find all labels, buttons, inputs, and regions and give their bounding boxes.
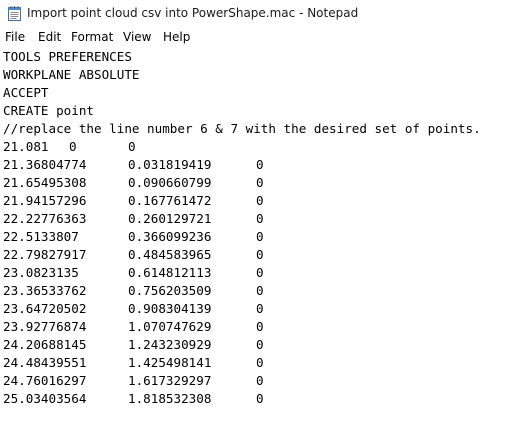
z-value: 0 [128, 139, 136, 154]
z-value: 0 [256, 391, 264, 406]
y-value: 1.818532308 [128, 391, 212, 406]
y-value: 0.614812113 [128, 265, 212, 280]
z-value: 0 [256, 247, 264, 262]
z-value: 0 [256, 337, 264, 352]
z-value: 0 [256, 301, 264, 316]
y-value: 0.031819419 [128, 157, 212, 172]
y-value: 1.617329297 [128, 373, 212, 388]
y-value: 1.243230929 [128, 337, 212, 352]
z-value: 0 [256, 157, 264, 172]
y-value: 1.425498141 [128, 355, 212, 370]
x-value: 21.65495308 [3, 175, 87, 190]
menu-view[interactable]: View [123, 30, 151, 44]
menu-format[interactable]: Format [71, 30, 113, 44]
y-value: 0.756203509 [128, 283, 212, 298]
x-value: 24.20688145 [3, 337, 87, 352]
z-value: 0 [256, 355, 264, 370]
x-value: 24.48439551 [3, 355, 87, 370]
x-value: 23.36533762 [3, 283, 87, 298]
x-value: 23.64720502 [3, 301, 87, 316]
x-value: 21.94157296 [3, 193, 87, 208]
x-value: 22.79827917 [3, 247, 87, 262]
y-value: 0.366099236 [128, 229, 212, 244]
title-bar[interactable]: Import point cloud csv into PowerShape.m… [0, 0, 519, 28]
z-value: 0 [256, 265, 264, 280]
y-value: 0.260129721 [128, 211, 212, 226]
menu-bar: File Edit Format View Help [0, 28, 519, 48]
notepad-window: Import point cloud csv into PowerShape.m… [0, 0, 519, 436]
x-value: 22.5133807 [3, 229, 79, 244]
editor-line: //replace the line number 6 & 7 with the… [3, 121, 481, 136]
y-value: 0.908304139 [128, 301, 212, 316]
editor-line: ACCEPT [3, 85, 49, 100]
z-value: 0 [256, 283, 264, 298]
y-value: 0.484583965 [128, 247, 212, 262]
x-value: 25.03403564 [3, 391, 87, 406]
notepad-icon [8, 6, 21, 21]
editor-line: WORKPLANE ABSOLUTE [3, 67, 140, 82]
z-value: 0 [256, 175, 264, 190]
x-value: 23.0823135 [3, 265, 79, 280]
window-title: Import point cloud csv into PowerShape.m… [27, 6, 359, 20]
menu-file[interactable]: File [5, 30, 25, 44]
x-value: 23.92776874 [3, 319, 87, 334]
z-value: 0 [256, 373, 264, 388]
text-editor[interactable]: TOOLS PREFERENCES WORKPLANE ABSOLUTE ACC… [0, 48, 519, 436]
z-value: 0 [256, 193, 264, 208]
y-value: 0.090660799 [128, 175, 212, 190]
z-value: 0 [256, 211, 264, 226]
x-value: 21.081 [3, 139, 49, 154]
menu-help[interactable]: Help [163, 30, 190, 44]
x-value: 21.36804774 [3, 157, 87, 172]
z-value: 0 [256, 229, 264, 244]
editor-line: TOOLS PREFERENCES [3, 49, 132, 64]
menu-edit[interactable]: Edit [38, 30, 61, 44]
y-value: 0 [69, 139, 77, 154]
y-value: 0.167761472 [128, 193, 212, 208]
editor-line: CREATE point [3, 103, 94, 118]
x-value: 24.76016297 [3, 373, 87, 388]
x-value: 22.22776363 [3, 211, 87, 226]
y-value: 1.070747629 [128, 319, 212, 334]
z-value: 0 [256, 319, 264, 334]
